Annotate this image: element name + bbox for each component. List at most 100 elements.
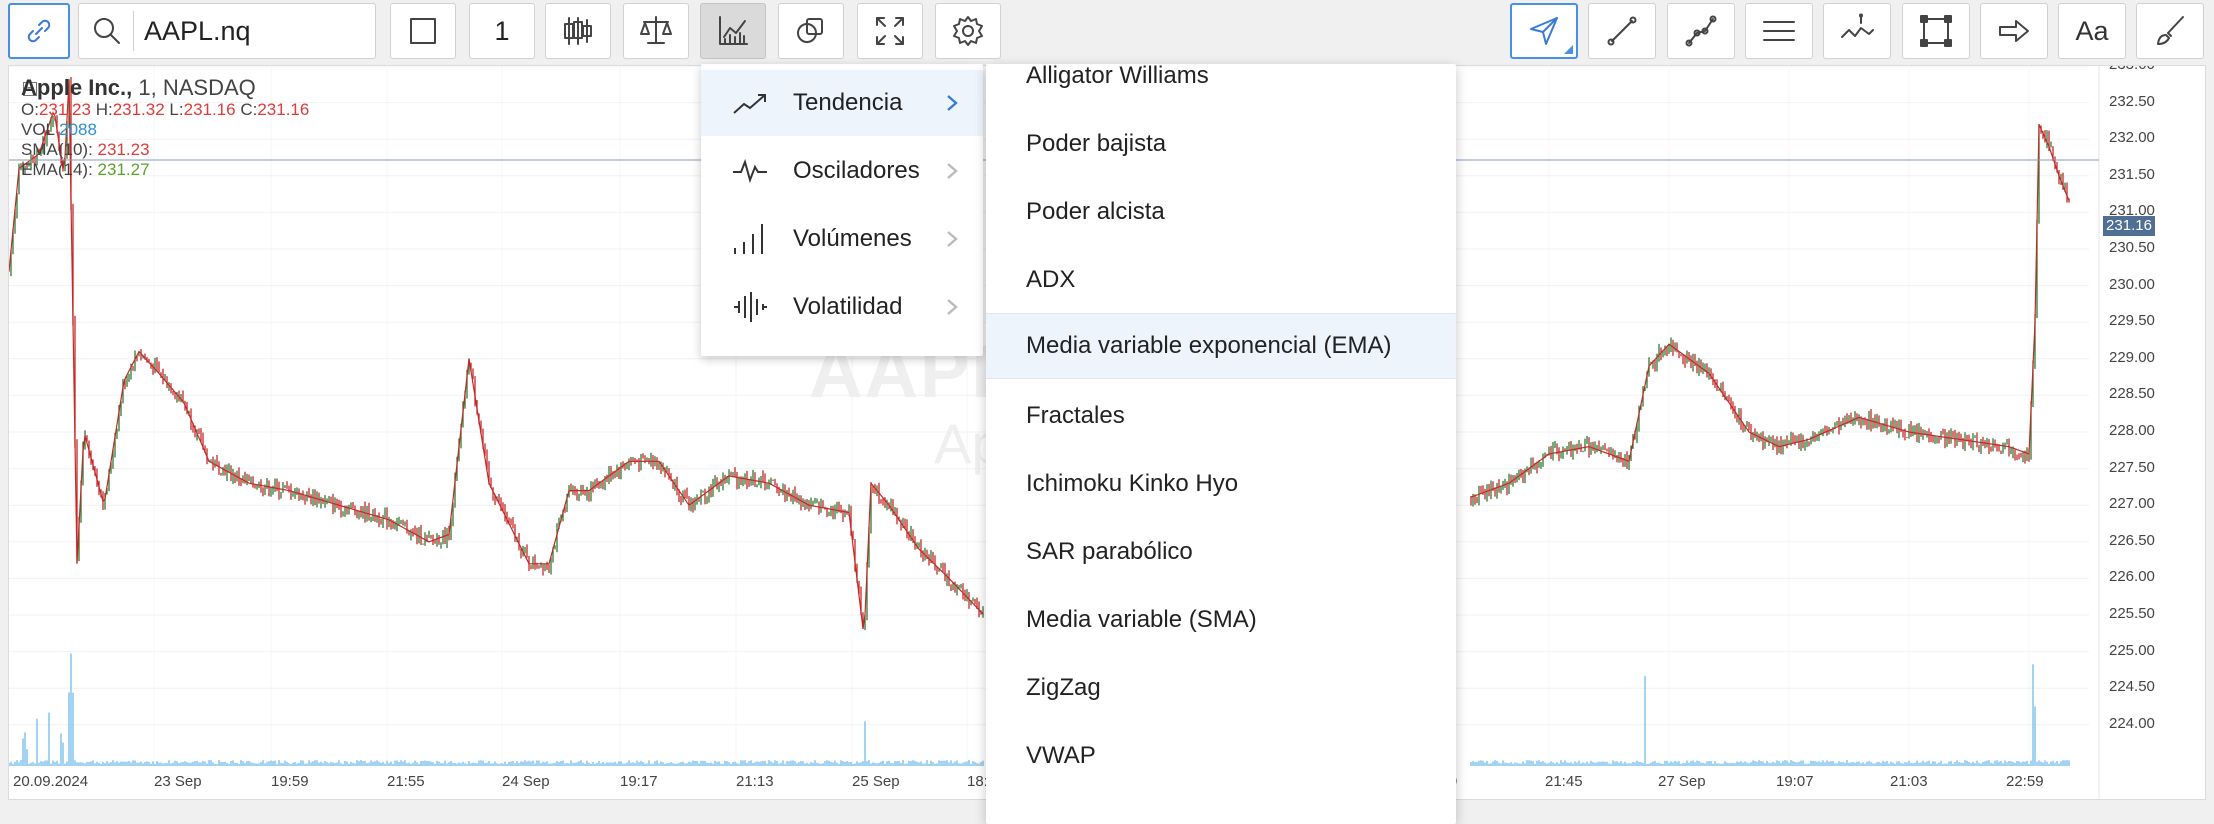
price-axis-label: 232.00 [2109,129,2155,147]
price-axis-label: 233.00 [2109,66,2155,73]
horizontal-lines-icon [1763,21,1795,41]
price-axis-label: 226.50 [2109,531,2155,549]
indicator-item-label: Alligator Williams [1026,62,1209,89]
time-axis-label: 25 Sep [852,773,900,790]
rectangle-tool-button[interactable] [1902,3,1970,59]
indicator-item[interactable]: Poder alcista [986,179,1456,245]
time-axis-label: 22:59 [2006,773,2044,790]
indicator-item[interactable]: Poder bajista [986,111,1456,177]
trend-icon [733,94,766,114]
legend-ohlc: O:231.23 H:231.32 L:231.16 C:231.16 [21,100,309,120]
price-axis-label: 230.50 [2109,239,2155,256]
category-volatility[interactable]: Volatilidad [701,274,983,340]
indicator-item[interactable]: Ichimoku Kinko Hyo [986,451,1456,517]
price-axis-label: 229.50 [2109,312,2155,330]
price-axis-label: 228.00 [2109,422,2155,439]
text-tool-button[interactable]: Aa [2058,3,2126,59]
indicator-item-label: Fractales [1026,402,1125,429]
indicator-item-label: Ichimoku Kinko Hyo [1026,470,1239,497]
indicator-item-label: SAR parabólico [1026,538,1193,565]
time-axis-label: 24 Sep [502,773,550,790]
symbol-text[interactable]: AAPL.nq [144,16,251,47]
time-axis-label: 19:07 [1776,773,1814,790]
indicator-item[interactable]: Media variable (SMA) [986,587,1456,653]
price-axis-label: 227.50 [2109,458,2155,476]
ema-value: 231.27 [97,160,150,179]
time-axis-label: 21:13 [736,773,774,790]
volume-value: 2088 [59,120,97,139]
price-axis-label: 225.00 [2109,641,2155,659]
price-axis-label: 228.50 [2109,385,2155,403]
time-axis-label: 19:59 [271,773,309,790]
symbol-separator [133,11,134,51]
line-tool-button[interactable] [1588,3,1656,59]
interval-button[interactable]: 1 [469,3,535,59]
category-label: Tendencia [793,89,903,116]
shapes-button[interactable] [778,3,844,59]
indicator-item[interactable]: ADX [986,247,1456,313]
indicators-icon [719,16,748,45]
indicator-item[interactable]: ZigZag [986,655,1456,721]
indicators-button[interactable] [700,3,766,59]
sma-value: 231.23 [97,140,150,159]
indicator-submenu: Alligator Williams Poder bajista Poder alc… [986,62,1456,824]
chart-legend: Apple Inc., 1, NASDAQ O:231.23 H:231.32 … [21,76,309,180]
cursor-icon [1530,17,1558,45]
indicator-item-label: ZigZag [1026,674,1101,701]
time-axis-label: 18: [967,773,988,790]
shapes-icon [797,18,823,43]
category-label: Osciladores [793,157,920,184]
category-label: Volúmenes [793,225,912,252]
brush-icon [2157,16,2184,45]
horizontal-lines-tool-button[interactable] [1745,3,1813,59]
rectangle-icon [1920,15,1952,47]
compare-button[interactable] [623,3,689,59]
sma-label: SMA(10): [21,140,93,159]
price-axis-label: 227.00 [2109,495,2155,513]
search-icon [94,18,120,44]
price-axis-label: 229.00 [2109,348,2155,366]
ohlc-low-label: L: [169,100,184,119]
volatility-icon [734,292,767,322]
candlestick-icon [564,17,592,45]
candlestick-button[interactable] [545,3,611,59]
price-axis-label: 231.50 [2109,165,2155,183]
indicator-item-label: Media variable (SMA) [1026,606,1257,633]
link-button[interactable] [8,3,70,59]
cursor-tool-button[interactable] [1510,3,1578,59]
ohlc-open-label: O: [21,100,39,119]
brush-tool-button[interactable] [2136,3,2204,59]
volume-label: VOL [21,120,55,139]
volume-bars-icon [734,224,763,254]
arrow-tool-button[interactable] [1980,3,2048,59]
ohlc-open-value: 231.23 [38,100,91,119]
annotation-tool-button[interactable] [1823,3,1891,59]
indicator-item[interactable]: Fractales [986,383,1456,449]
indicator-item[interactable]: SAR parabólico [986,519,1456,585]
polyline-tool-button[interactable] [1667,3,1735,59]
category-oscillators[interactable]: Osciladores [701,138,983,204]
category-label: Volatilidad [793,293,903,320]
indicator-item-label: ADX [1026,266,1076,293]
legend-title: Apple Inc., 1, NASDAQ [21,76,309,100]
indicator-item[interactable]: Alligator Williams [986,43,1456,109]
chevron-right-icon [947,95,958,111]
chart-type-square-button[interactable] [390,3,456,59]
indicator-item[interactable]: Media variable exponencial (EMA) [986,313,1456,379]
category-trend[interactable]: Tendencia [701,70,983,136]
indicator-item[interactable]: VWAP [986,723,1456,789]
symbol-search-box[interactable]: AAPL.nq [78,3,376,59]
time-axis-label: 21:45 [1545,773,1583,790]
time-axis-label: 21:55 [387,773,425,790]
arrow-icon [1999,20,2029,42]
chevron-right-icon [947,163,958,179]
legend-ema: EMA(14): 231.27 [21,160,309,180]
line-icon [1607,16,1637,46]
fullscreen-button[interactable] [857,3,923,59]
ohlc-high-value: 231.32 [112,100,165,119]
chevron-right-icon [947,299,958,315]
interval-value: 1 [494,15,510,46]
category-volumes[interactable]: Volúmenes [701,206,983,272]
ohlc-close-label: C: [240,100,258,119]
indicator-item-label: Poder bajista [1026,130,1167,157]
